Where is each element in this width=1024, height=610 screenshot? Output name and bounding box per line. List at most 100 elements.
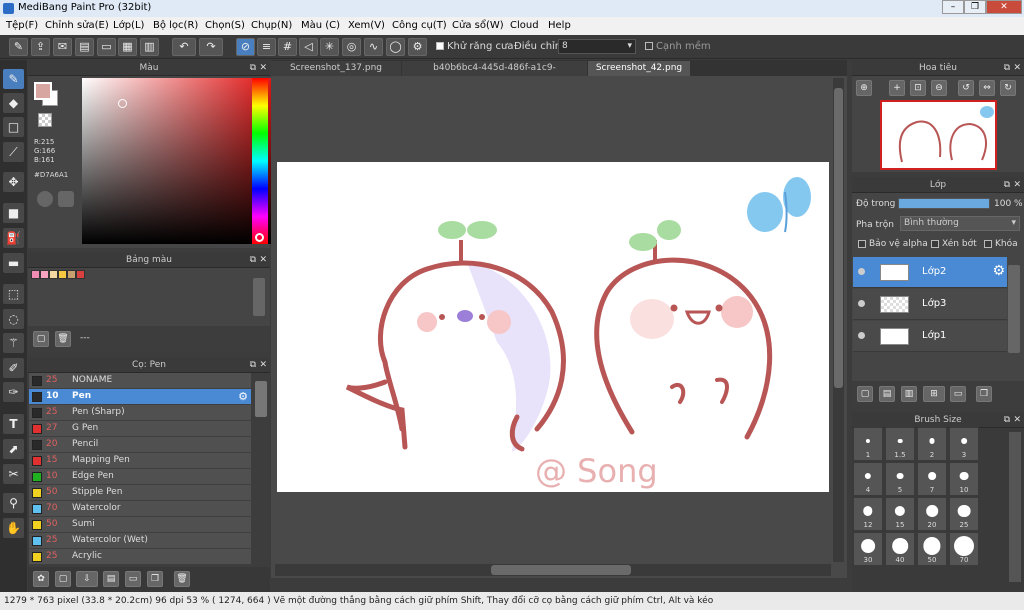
close-icon[interactable]: ✕ — [259, 60, 267, 76]
move-tool-icon[interactable]: ✥ — [3, 172, 24, 192]
snap-settings-icon[interactable]: ⚙ — [408, 38, 427, 56]
brush-row[interactable]: 25 Acrylic — [29, 549, 251, 565]
layer-list-scrollbar[interactable] — [1008, 265, 1020, 353]
blend-mode-select[interactable]: Bình thường ▾ — [900, 216, 1020, 231]
close-icon[interactable]: ✕ — [1013, 412, 1021, 428]
comment-icon[interactable]: ✉ — [53, 38, 72, 56]
saturation-value-picker[interactable] — [82, 78, 277, 244]
new-layer-icon[interactable]: ▢ — [857, 386, 873, 402]
new-brush-icon[interactable]: ▢ — [55, 571, 71, 587]
brush-row[interactable]: 27 G Pen — [29, 421, 251, 437]
menu-cloud[interactable]: Cloud — [510, 20, 539, 31]
eyedropper-tool-icon[interactable]: ⚲ — [3, 493, 24, 513]
brush-size-cell[interactable]: 20 — [917, 497, 947, 531]
note-icon[interactable]: ▤ — [75, 38, 94, 56]
brush-size-cell[interactable]: 1 — [853, 427, 883, 461]
panel-icon[interactable]: ▦ — [118, 38, 137, 56]
brush-size-cell[interactable]: 4 — [853, 462, 883, 496]
grid-snap-icon[interactable]: # — [278, 38, 297, 56]
no-snap-icon[interactable]: ⊘ — [236, 38, 255, 56]
document-icon[interactable]: ▭ — [97, 38, 116, 56]
menu-color[interactable]: Màu (C) — [301, 20, 340, 31]
color-picker-cursor[interactable] — [118, 99, 127, 108]
brush-row[interactable]: 50 Stipple Pen — [29, 485, 251, 501]
smooth-edge-checkbox[interactable]: Cạnh mềm — [645, 41, 711, 52]
folder-icon[interactable]: ▭ — [125, 571, 141, 587]
brush-row[interactable]: 20 Pencil — [29, 437, 251, 453]
drawing-canvas[interactable]: @ Song — [277, 162, 829, 492]
layer-row-lop1[interactable]: Lớp1 — [853, 321, 1007, 352]
float-icon[interactable]: ⧉ — [1004, 60, 1010, 76]
brush-size-cell[interactable]: 2 — [917, 427, 947, 461]
close-icon[interactable]: ✕ — [259, 252, 267, 268]
brush-settings-icon[interactable]: ✎ — [9, 38, 28, 56]
grid-icon[interactable]: ▥ — [140, 38, 159, 56]
brush-row[interactable]: 50 Sumi — [29, 517, 251, 533]
parallel-snap-icon[interactable]: ≡ — [257, 38, 276, 56]
select-rect-tool-icon[interactable]: ⬚ — [3, 284, 24, 304]
line-tool-icon[interactable]: ⟋ — [3, 142, 24, 162]
brush-size-cell[interactable]: 40 — [885, 532, 915, 566]
alpha-protect-checkbox[interactable]: Bảo vệ alpha — [858, 239, 928, 249]
horizontal-scrollbar[interactable] — [275, 564, 831, 576]
minimize-button[interactable]: – — [942, 0, 964, 14]
close-icon[interactable]: ✕ — [259, 357, 267, 373]
zoom-out-icon[interactable]: ⊖ — [931, 80, 947, 96]
brush-size-cell[interactable]: 3 — [949, 427, 979, 461]
brush-tool-icon[interactable]: ✎ — [3, 69, 24, 89]
brush-size-cell[interactable]: 10 — [949, 462, 979, 496]
palette-swatch[interactable] — [49, 270, 58, 279]
clipping-check[interactable] — [931, 239, 939, 248]
float-icon[interactable]: ⧉ — [250, 252, 256, 268]
select-eraser-tool-icon[interactable]: ✑ — [3, 382, 24, 402]
brush-row[interactable]: 15 Mapping Pen — [29, 453, 251, 469]
palette-swatch[interactable] — [76, 270, 85, 279]
float-icon[interactable]: ⧉ — [250, 60, 256, 76]
brush-row[interactable]: 25 Pen (Sharp) — [29, 405, 251, 421]
menu-edit[interactable]: Chỉnh sửa(E) — [45, 20, 109, 31]
delete-brush-icon[interactable]: 🗑 — [174, 571, 190, 587]
import-brush-icon[interactable]: ⇩ — [76, 571, 98, 587]
add-layer-menu-icon[interactable]: ⊞ — [923, 386, 945, 402]
brush-row[interactable]: 25 Watercolor (Wet) — [29, 533, 251, 549]
eye-icon[interactable] — [858, 268, 865, 275]
eye-icon[interactable] — [858, 300, 865, 307]
divide-tool-icon[interactable]: ✂ — [3, 464, 24, 484]
menu-window[interactable]: Cửa sổ(W) — [452, 20, 504, 31]
brush-size-scrollbar[interactable] — [1009, 432, 1021, 582]
menu-file[interactable]: Tệp(F) — [6, 20, 38, 31]
brush-row[interactable]: 10 Pen ⚙ — [29, 389, 251, 405]
layer-row-lop2[interactable]: Lớp2 ⚙ — [853, 257, 1007, 288]
zoom-in-icon[interactable]: ⊕ — [856, 80, 872, 96]
hand-tool-icon[interactable]: ✋ — [3, 518, 24, 538]
brush-list-scrollbar[interactable] — [255, 381, 267, 417]
vertical-scrollbar[interactable] — [833, 78, 844, 562]
brush-row[interactable]: 25 NONAME — [29, 373, 251, 389]
alpha-protect-check[interactable] — [858, 239, 866, 248]
navigator-preview[interactable] — [880, 100, 997, 170]
dot-tool-icon[interactable]: □ — [3, 117, 24, 137]
float-icon[interactable]: ⧉ — [1004, 412, 1010, 428]
palette-scrollbar[interactable] — [253, 278, 265, 316]
antialias-check[interactable] — [436, 42, 444, 50]
rotate-right-icon[interactable]: ↻ — [1000, 80, 1016, 96]
lock-check[interactable] — [984, 239, 992, 248]
brush-size-cell[interactable]: 15 — [885, 497, 915, 531]
gear-icon[interactable]: ⚙ — [238, 390, 248, 403]
brush-settings-icon[interactable]: ▤ — [103, 571, 119, 587]
brush-size-cell[interactable]: 30 — [853, 532, 883, 566]
redo-icon[interactable]: ↷ — [199, 38, 223, 56]
menu-help[interactable]: Help — [548, 20, 571, 31]
menu-layer[interactable]: Lớp(L) — [113, 20, 144, 31]
smooth-edge-check[interactable] — [645, 42, 653, 50]
brush-size-cell[interactable]: 25 — [949, 497, 979, 531]
menu-filter[interactable]: Bộ lọc(R) — [153, 20, 198, 31]
color-wheel-icon[interactable] — [37, 191, 53, 207]
color-picker-icon[interactable] — [58, 191, 74, 207]
palette-swatch[interactable] — [67, 270, 76, 279]
float-icon[interactable]: ⧉ — [250, 357, 256, 373]
menu-tools[interactable]: Công cụ(T) — [392, 20, 447, 31]
layer-folder-icon[interactable]: ▭ — [950, 386, 966, 402]
transparent-color-swatch[interactable] — [38, 113, 52, 127]
brush-size-cell[interactable]: 5 — [885, 462, 915, 496]
